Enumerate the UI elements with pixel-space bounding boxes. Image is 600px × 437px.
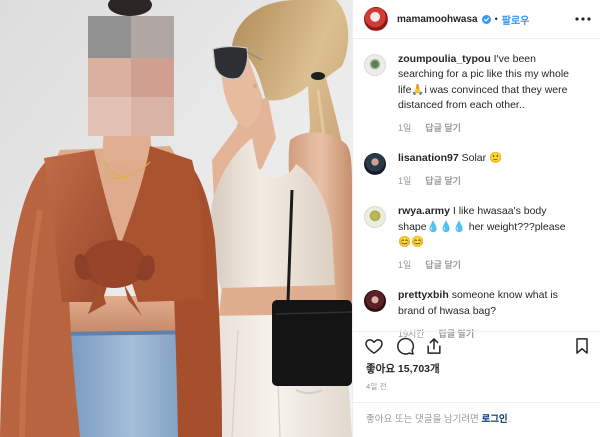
post-actions-bar: [353, 331, 600, 357]
comment-icon[interactable]: [395, 336, 415, 356]
login-prompt-text: 좋아요 또는 댓글을 남기려면: [366, 414, 479, 425]
verified-badge-icon: [481, 14, 491, 24]
post-timestamp[interactable]: 4일 전: [366, 382, 387, 392]
comment-content: prettyxbih someone know what is brand of…: [398, 288, 576, 319]
login-prompt: 좋아요 또는 댓글을 남기려면 로그인.: [353, 402, 600, 437]
author-username[interactable]: mamamoohwasa: [397, 14, 478, 25]
login-link[interactable]: 로그인: [481, 414, 507, 425]
comment-meta: 1일 답글 달기: [398, 175, 576, 187]
reply-button[interactable]: 답글 달기: [425, 260, 461, 270]
comment: zoumpoulia_typou I've been searching for…: [364, 52, 592, 134]
separator-dot: •: [494, 14, 498, 24]
comment-text: Solar 🙂: [461, 152, 503, 165]
pixelated-face: [88, 16, 174, 136]
comment-body: rwya.army I like hwasaa's body shape💧💧💧 …: [398, 204, 576, 271]
bookmark-icon[interactable]: [572, 336, 592, 356]
post-sidebar: mamamoohwasa • 팔로우 zoumpoulia_typou I've…: [352, 0, 600, 437]
comment-body: zoumpoulia_typou I've been searching for…: [398, 52, 576, 134]
more-options-icon[interactable]: [575, 17, 591, 21]
comment-time[interactable]: 1일: [398, 260, 411, 270]
instagram-post-view: mamamoohwasa • 팔로우 zoumpoulia_typou I've…: [0, 0, 600, 437]
follow-button[interactable]: 팔로우: [502, 12, 530, 27]
post-header: mamamoohwasa • 팔로우: [353, 0, 600, 39]
commenter-avatar[interactable]: [364, 290, 386, 313]
right-woman: [200, 0, 352, 437]
comment-content: rwya.army I like hwasaa's body shape💧💧💧 …: [398, 204, 576, 250]
commenter-avatar[interactable]: [364, 153, 386, 176]
comment-username[interactable]: lisanation97: [398, 152, 459, 164]
comment-username[interactable]: prettyxbih: [398, 289, 449, 301]
comment-username[interactable]: rwya.army: [398, 205, 450, 217]
comment-body: lisanation97 Solar 🙂 1일 답글 달기: [398, 151, 576, 187]
likes-unit: 개: [430, 363, 440, 375]
reply-button[interactable]: 답글 달기: [425, 176, 461, 186]
comment-time[interactable]: 1일: [398, 123, 411, 133]
comment-meta: 1일 답글 달기: [398, 259, 576, 271]
comment-username[interactable]: zoumpoulia_typou: [398, 53, 491, 65]
comment-time[interactable]: 1일: [398, 176, 411, 186]
comment-list: zoumpoulia_typou I've been searching for…: [364, 40, 592, 357]
share-icon[interactable]: [424, 336, 444, 356]
reply-button[interactable]: 답글 달기: [425, 123, 461, 133]
post-photo: [0, 0, 352, 437]
author-avatar[interactable]: [364, 7, 388, 31]
hair-tie: [311, 72, 325, 80]
likes-count: 15,703: [397, 363, 431, 375]
commenter-avatar[interactable]: [364, 206, 386, 229]
cardigan-knot: [82, 240, 146, 288]
comment-content: zoumpoulia_typou I've been searching for…: [398, 52, 576, 113]
like-count[interactable]: 좋아요 15,703개: [366, 362, 440, 376]
likes-label: 좋아요: [366, 363, 395, 375]
comment: rwya.army I like hwasaa's body shape💧💧💧 …: [364, 204, 592, 271]
comment: lisanation97 Solar 🙂 1일 답글 달기: [364, 151, 592, 187]
comment-meta: 1일 답글 달기: [398, 122, 576, 134]
heart-icon[interactable]: [364, 336, 384, 356]
earring: [252, 83, 258, 89]
commenter-avatar[interactable]: [364, 54, 386, 76]
login-prompt-suffix: .: [507, 414, 511, 425]
comment-content: lisanation97 Solar 🙂: [398, 151, 576, 166]
